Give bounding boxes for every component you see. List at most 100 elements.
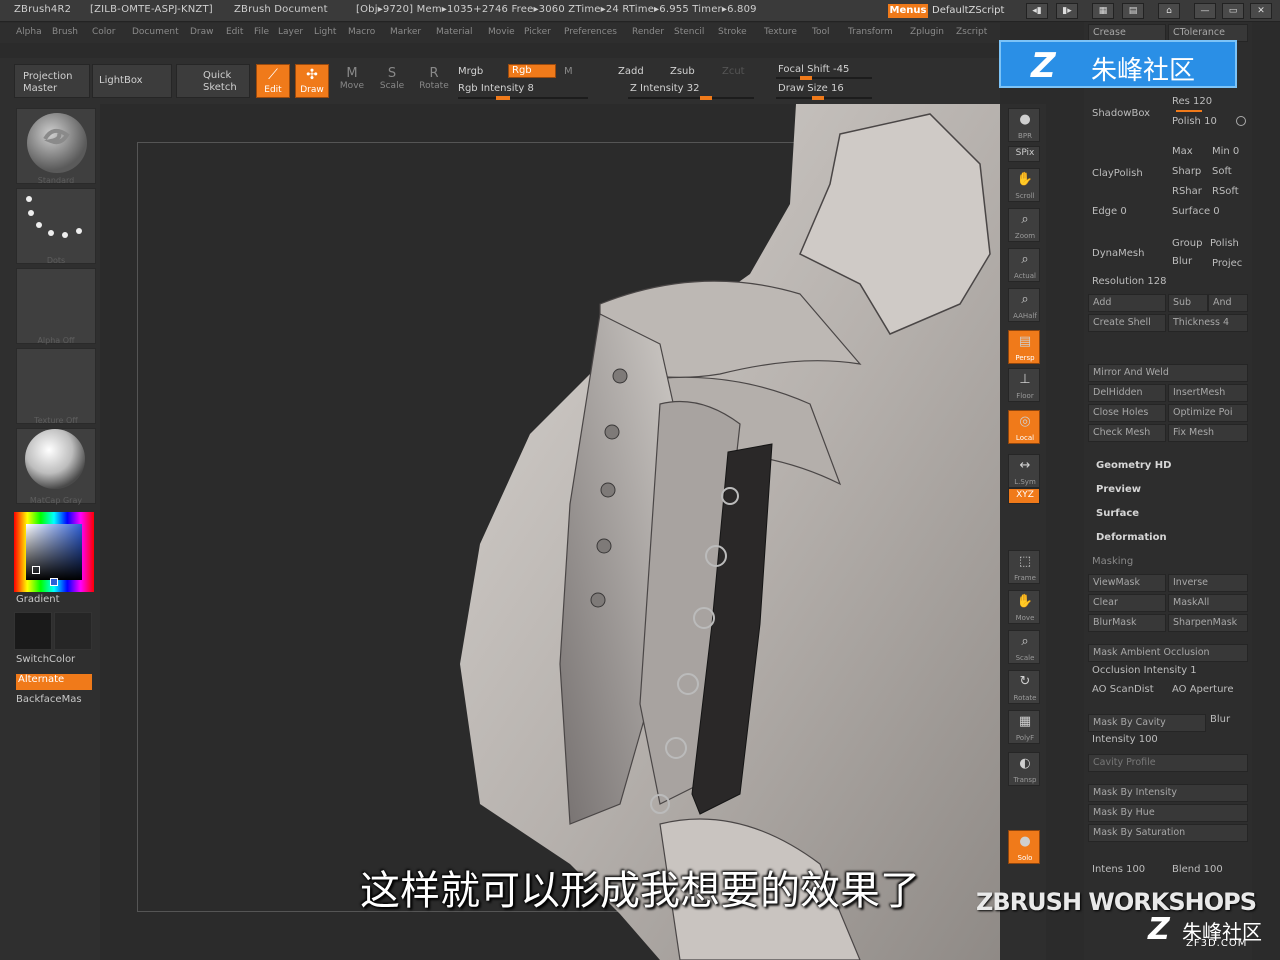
menu-item-material[interactable]: Material bbox=[436, 27, 473, 37]
alpha-thumbnail[interactable] bbox=[16, 268, 96, 344]
max-slider[interactable]: Max bbox=[1172, 146, 1193, 157]
mrgb-button[interactable]: Mrgb bbox=[458, 66, 483, 77]
quick-sketch-button[interactable]: Quick Sketch bbox=[176, 64, 250, 98]
shelf-button-transp[interactable]: ◐ Transp bbox=[1008, 752, 1040, 786]
menu-item-stroke[interactable]: Stroke bbox=[718, 27, 747, 37]
material-thumbnail[interactable] bbox=[16, 428, 96, 504]
shelf-button-scroll[interactable]: ✋ Scroll bbox=[1008, 168, 1040, 202]
delhidden-button[interactable]: DelHidden bbox=[1088, 384, 1166, 402]
menus-button[interactable]: Menus bbox=[888, 4, 928, 18]
mask-by-intensity-button[interactable]: Mask By Intensity bbox=[1088, 784, 1248, 802]
menu-item-transform[interactable]: Transform bbox=[848, 27, 893, 37]
fix-mesh-button[interactable]: Fix Mesh bbox=[1168, 424, 1248, 442]
mask-by-cavity-button[interactable]: Mask By Cavity bbox=[1088, 714, 1206, 732]
rsharp-slider[interactable]: RShar bbox=[1172, 186, 1202, 197]
polish-slider[interactable]: Polish 10 bbox=[1172, 116, 1217, 127]
switch-color-button[interactable]: SwitchColor bbox=[16, 654, 92, 670]
edge-slider[interactable]: Edge 0 bbox=[1092, 206, 1127, 217]
canvas-viewport[interactable] bbox=[100, 104, 1000, 960]
menu-item-marker[interactable]: Marker bbox=[390, 27, 421, 37]
palette-right-icon[interactable]: ▮▸ bbox=[1056, 3, 1078, 19]
rgb-intensity-knob[interactable] bbox=[496, 96, 510, 100]
minimize-icon[interactable]: — bbox=[1194, 3, 1216, 19]
soft-slider[interactable]: Soft bbox=[1212, 166, 1232, 177]
shelf-button-local[interactable]: ◎ Local bbox=[1008, 410, 1040, 444]
palette-left-icon[interactable]: ◂▮ bbox=[1026, 3, 1048, 19]
polish-button[interactable]: Polish bbox=[1210, 238, 1239, 249]
menu-item-stencil[interactable]: Stencil bbox=[674, 27, 704, 37]
add-button[interactable]: Add bbox=[1088, 294, 1166, 312]
layout2-icon[interactable]: ▤ bbox=[1122, 3, 1144, 19]
menu-item-picker[interactable]: Picker bbox=[524, 27, 551, 37]
menu-item-alpha[interactable]: Alpha bbox=[16, 27, 42, 37]
viewmask-button[interactable]: ViewMask bbox=[1088, 574, 1166, 592]
shelf-button-bpr[interactable]: ● BPR bbox=[1008, 108, 1040, 142]
rgb-button[interactable]: Rgb bbox=[508, 64, 556, 78]
focal-shift-knob[interactable] bbox=[800, 76, 812, 80]
create-shell-button[interactable]: Create Shell bbox=[1088, 314, 1166, 332]
lock-icon[interactable]: ⌂ bbox=[1158, 3, 1180, 19]
secondary-color-swatch-2[interactable] bbox=[54, 612, 92, 650]
menu-item-render[interactable]: Render bbox=[632, 27, 664, 37]
cavity-profile-button[interactable]: Cavity Profile bbox=[1088, 754, 1248, 772]
scale-button[interactable]: S Scale bbox=[378, 66, 406, 91]
res-slider[interactable]: Res 120 bbox=[1172, 96, 1212, 107]
group-button[interactable]: Group bbox=[1172, 238, 1202, 249]
resolution-slider[interactable]: Resolution 128 bbox=[1092, 276, 1167, 287]
clear-button[interactable]: Clear bbox=[1088, 594, 1166, 612]
rotate-button[interactable]: R Rotate bbox=[418, 66, 450, 91]
insertmesh-button[interactable]: InsertMesh bbox=[1168, 384, 1248, 402]
draw-size-knob[interactable] bbox=[812, 96, 824, 100]
shelf-button-polyf[interactable]: ▦ PolyF bbox=[1008, 710, 1040, 744]
shelf-button-spix[interactable]: SPix bbox=[1008, 146, 1040, 162]
ao-aperture-slider[interactable]: AO Aperture bbox=[1172, 684, 1233, 695]
shelf-button-actual[interactable]: ⌕ Actual bbox=[1008, 248, 1040, 282]
maskall-button[interactable]: MaskAll bbox=[1168, 594, 1248, 612]
z-intensity-knob[interactable] bbox=[700, 96, 712, 100]
menu-item-edit[interactable]: Edit bbox=[226, 27, 243, 37]
check-mesh-button[interactable]: Check Mesh bbox=[1088, 424, 1166, 442]
zsub-button[interactable]: Zsub bbox=[670, 66, 695, 77]
menu-item-zplugin[interactable]: Zplugin bbox=[910, 27, 944, 37]
surface-slider[interactable]: Surface 0 bbox=[1172, 206, 1220, 217]
menu-item-zscript[interactable]: Zscript bbox=[956, 27, 987, 37]
occlusion-intensity-slider[interactable]: Occlusion Intensity 1 bbox=[1092, 665, 1197, 676]
shelf-button-xyz[interactable]: XYZ bbox=[1008, 488, 1040, 504]
layout-icon[interactable]: ▦ bbox=[1092, 3, 1114, 19]
cavity-blur-slider[interactable]: Blur bbox=[1210, 714, 1230, 725]
secondary-color-swatch[interactable] bbox=[50, 578, 58, 586]
preview-section[interactable]: Preview bbox=[1096, 484, 1141, 495]
menu-item-file[interactable]: File bbox=[254, 27, 269, 37]
focal-shift-slider[interactable]: Focal Shift -45 bbox=[778, 64, 849, 75]
menu-item-macro[interactable]: Macro bbox=[348, 27, 375, 37]
menu-item-brush[interactable]: Brush bbox=[52, 27, 78, 37]
zcut-button[interactable]: Zcut bbox=[722, 66, 745, 77]
ao-scandist-slider[interactable]: AO ScanDist bbox=[1092, 684, 1154, 695]
alternate-button[interactable]: Alternate bbox=[16, 674, 92, 690]
gradient-button[interactable]: Gradient bbox=[16, 594, 92, 610]
geometry-hd-section[interactable]: Geometry HD bbox=[1096, 460, 1171, 471]
shadowbox-button[interactable]: ShadowBox bbox=[1092, 108, 1150, 119]
move-button[interactable]: M Move bbox=[338, 66, 366, 91]
shelf-button-persp[interactable]: ▤ Persp bbox=[1008, 330, 1040, 364]
menu-item-color[interactable]: Color bbox=[92, 27, 116, 37]
blurmask-button[interactable]: BlurMask bbox=[1088, 614, 1166, 632]
deformation-section[interactable]: Deformation bbox=[1096, 532, 1167, 543]
menu-item-draw[interactable]: Draw bbox=[190, 27, 214, 37]
mask-by-saturation-button[interactable]: Mask By Saturation bbox=[1088, 824, 1248, 842]
shelf-button-scale[interactable]: ⌕ Scale bbox=[1008, 630, 1040, 664]
maximize-icon[interactable]: ▭ bbox=[1222, 3, 1244, 19]
close-icon[interactable]: ✕ bbox=[1250, 3, 1272, 19]
menu-item-document[interactable]: Document bbox=[132, 27, 179, 37]
texture-thumbnail[interactable] bbox=[16, 348, 96, 424]
edit-button[interactable]: ⟋ Edit bbox=[256, 64, 290, 98]
shelf-button-lsym[interactable]: ↔ L.Sym bbox=[1008, 454, 1040, 488]
inverse-button[interactable]: Inverse bbox=[1168, 574, 1248, 592]
sharpenmask-button[interactable]: SharpenMask bbox=[1168, 614, 1248, 632]
z-intensity-slider[interactable]: Z Intensity 32 bbox=[630, 83, 699, 94]
backface-mask-button[interactable]: BackfaceMas bbox=[16, 694, 92, 710]
surface-section[interactable]: Surface bbox=[1096, 508, 1139, 519]
main-color-swatch[interactable] bbox=[14, 612, 52, 650]
and-button[interactable]: And bbox=[1208, 294, 1248, 312]
draw-button[interactable]: ✣ Draw bbox=[295, 64, 329, 98]
